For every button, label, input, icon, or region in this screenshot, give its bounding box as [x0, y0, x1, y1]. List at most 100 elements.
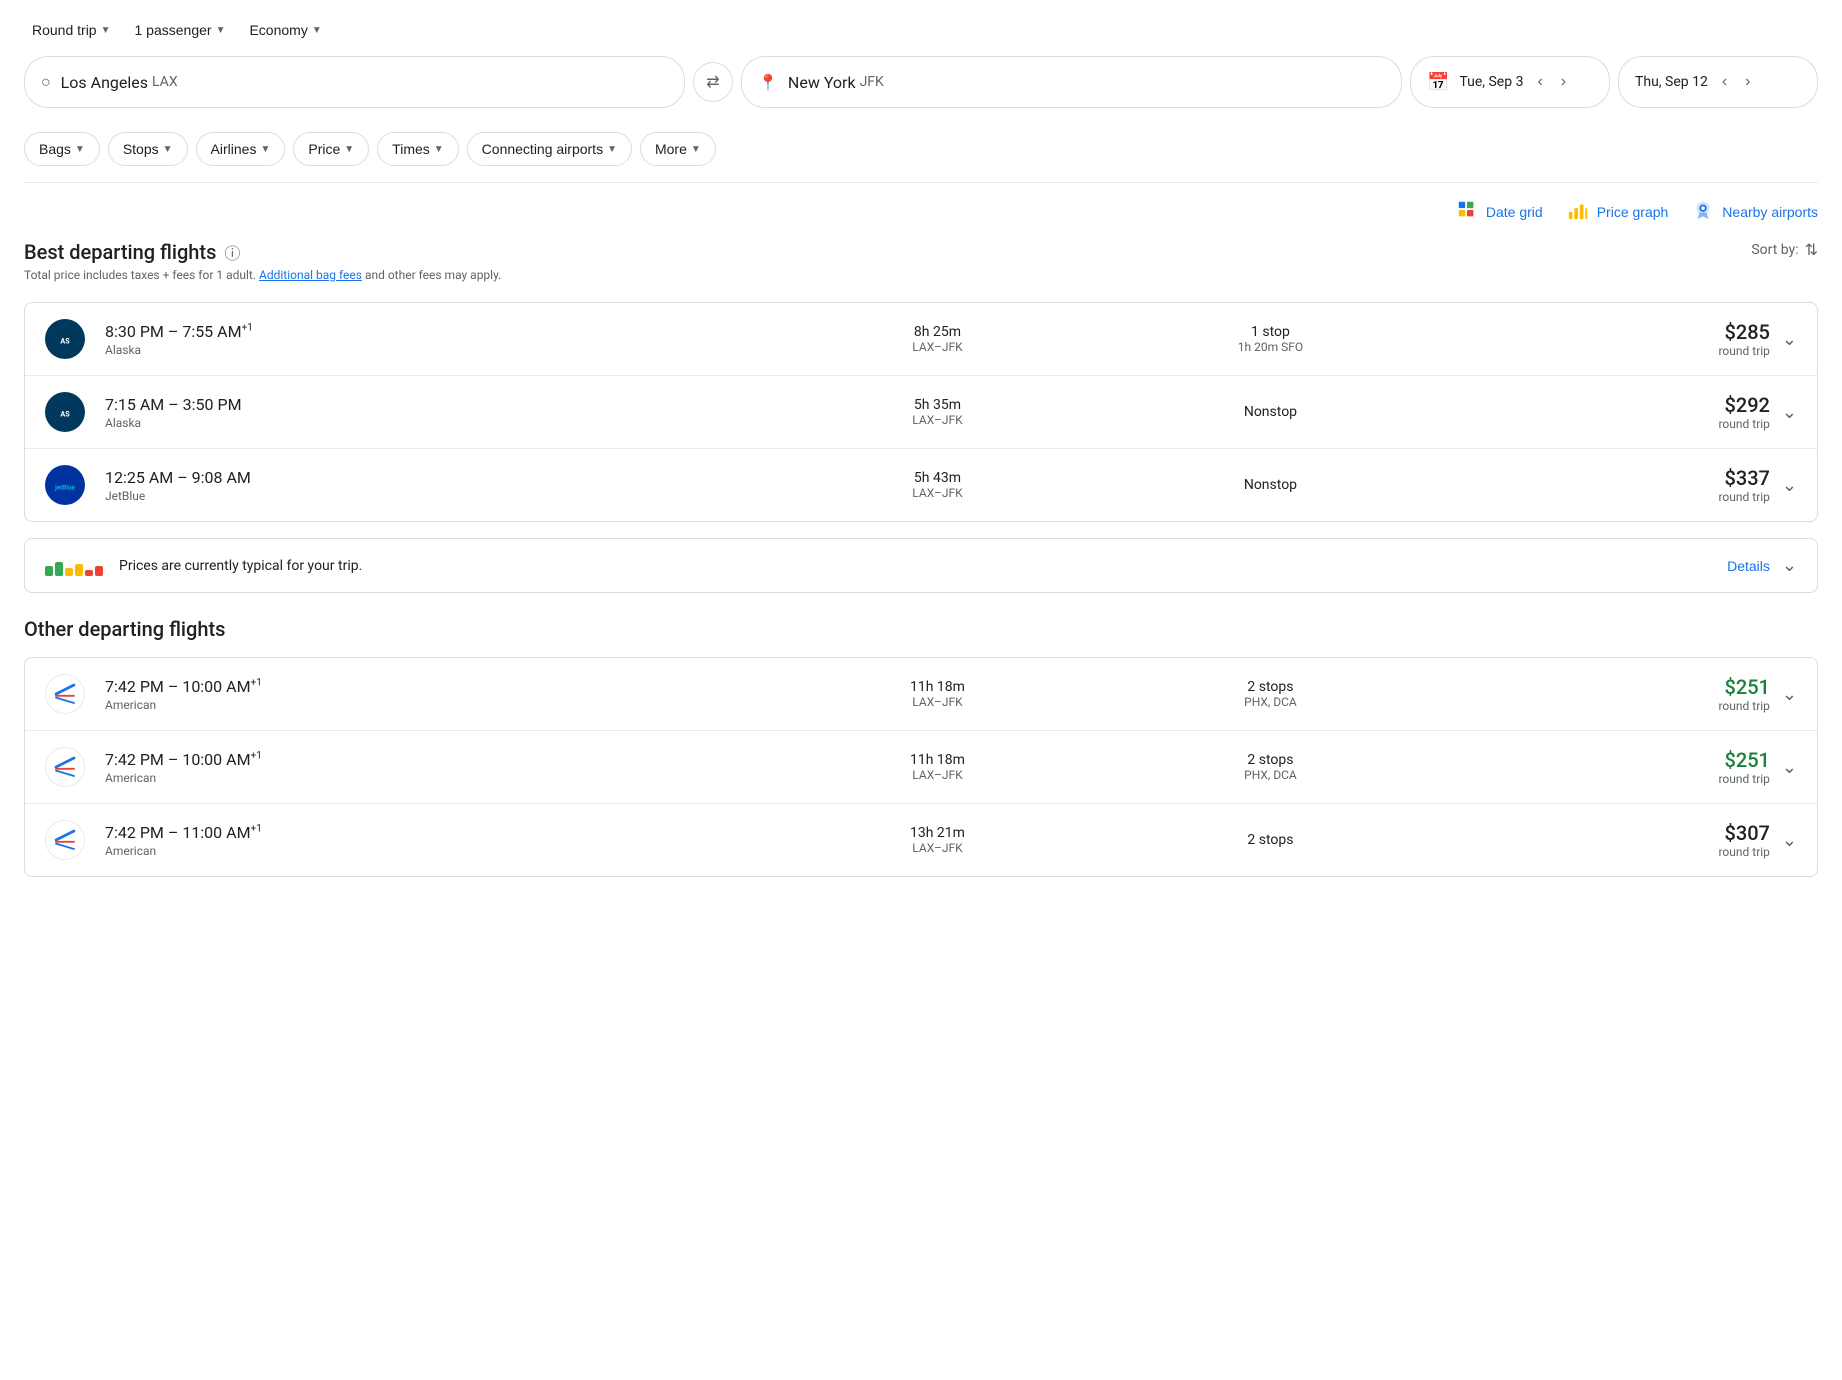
flight-row[interactable]: 7:42 PM – 11:00 AM+1 American 13h 21m LA…	[25, 804, 1817, 876]
best-flights-subtitle: Total price includes taxes + fees for 1 …	[24, 268, 501, 282]
flight-row[interactable]: jetBlue 12:25 AM – 9:08 AM JetBlue 5h 43…	[25, 449, 1817, 521]
svg-text:AS: AS	[60, 410, 70, 419]
flight-time-info: 12:25 AM – 9:08 AM JetBlue	[105, 468, 771, 503]
price-info-expand-button[interactable]: ⌄	[1782, 555, 1797, 576]
sort-label: Sort by:	[1751, 242, 1798, 258]
price-info-text: Prices are currently typical for your tr…	[119, 558, 1727, 574]
depart-date-field[interactable]: 📅 Tue, Sep 3 ‹ ›	[1410, 56, 1610, 108]
swap-icon: ⇄	[706, 72, 719, 92]
times-filter-button[interactable]: Times ▼	[377, 132, 459, 166]
more-filter-label: More	[655, 141, 687, 157]
price-graph-button[interactable]: Price graph	[1567, 199, 1669, 224]
depart-date-next-button[interactable]: ›	[1557, 69, 1570, 95]
flight-duration: 11h 18m LAX–JFK	[771, 679, 1104, 709]
expand-flight-button[interactable]: ⌄	[1782, 329, 1797, 350]
flight-price: $285 round trip	[1437, 320, 1770, 358]
origin-code: LAX	[152, 74, 178, 90]
price-indicator	[45, 556, 103, 576]
connecting-airports-filter-button[interactable]: Connecting airports ▼	[467, 132, 632, 166]
class-chevron-icon: ▼	[312, 25, 322, 36]
origin-field[interactable]: ○ Los Angeles LAX	[24, 56, 685, 108]
airline-name: American	[105, 844, 771, 858]
swap-airports-button[interactable]: ⇄	[693, 62, 733, 102]
flight-time-info: 7:15 AM – 3:50 PM Alaska	[105, 395, 771, 430]
price-details-button[interactable]: Details	[1727, 558, 1770, 574]
flight-row[interactable]: AS 8:30 PM – 7:55 AM+1 Alaska 8h 25m LAX…	[25, 303, 1817, 376]
nearby-airports-icon	[1692, 199, 1714, 224]
date-grid-button[interactable]: Date grid	[1456, 199, 1543, 224]
flight-duration: 13h 21m LAX–JFK	[771, 825, 1104, 855]
passengers-label: 1 passenger	[135, 22, 212, 38]
airline-name: Alaska	[105, 343, 771, 357]
return-date-text: Thu, Sep 12	[1635, 74, 1708, 90]
expand-flight-button[interactable]: ⌄	[1782, 757, 1797, 778]
flight-price: $251 round trip	[1437, 675, 1770, 713]
flight-stops: 1 stop 1h 20m SFO	[1104, 324, 1437, 354]
expand-flight-button[interactable]: ⌄	[1782, 684, 1797, 705]
price-info-card: Prices are currently typical for your tr…	[24, 538, 1818, 593]
expand-flight-button[interactable]: ⌄	[1782, 830, 1797, 851]
price-chevron-icon: ▼	[344, 144, 354, 155]
passengers-button[interactable]: 1 passenger ▼	[127, 16, 234, 44]
flight-price: $292 round trip	[1437, 393, 1770, 431]
sort-bar: Sort by: ⇅	[1751, 240, 1818, 259]
svg-text:jetBlue: jetBlue	[54, 484, 75, 492]
depart-date-text: Tue, Sep 3	[1459, 74, 1523, 90]
destination-code: JFK	[860, 74, 884, 90]
svg-text:AS: AS	[60, 337, 70, 346]
sort-icon[interactable]: ⇅	[1805, 240, 1818, 259]
flight-duration: 11h 18m LAX–JFK	[771, 752, 1104, 782]
flight-row[interactable]: 7:42 PM – 10:00 AM+1 American 11h 18m LA…	[25, 658, 1817, 731]
flight-time: 8:30 PM – 7:55 AM+1	[105, 322, 771, 341]
date-grid-icon	[1456, 199, 1478, 224]
price-filter-button[interactable]: Price ▼	[293, 132, 369, 166]
trip-type-button[interactable]: Round trip ▼	[24, 16, 119, 44]
destination-field[interactable]: 📍 New York JFK	[741, 56, 1402, 108]
more-chevron-icon: ▼	[691, 144, 701, 155]
times-chevron-icon: ▼	[434, 144, 444, 155]
flight-row[interactable]: AS 7:15 AM – 3:50 PM Alaska 5h 35m LAX–J…	[25, 376, 1817, 449]
best-flights-title: Best departing flights ⓘ	[24, 240, 501, 264]
flight-time: 7:42 PM – 10:00 AM+1	[105, 677, 771, 696]
flight-stops: 2 stops	[1104, 832, 1437, 848]
date-grid-label: Date grid	[1486, 204, 1543, 220]
airlines-filter-button[interactable]: Airlines ▼	[196, 132, 286, 166]
depart-date-prev-button[interactable]: ‹	[1533, 69, 1546, 95]
airline-name: JetBlue	[105, 489, 771, 503]
flight-time-info: 7:42 PM – 11:00 AM+1 American	[105, 823, 771, 858]
stops-chevron-icon: ▼	[163, 144, 173, 155]
american-logo	[45, 674, 85, 714]
origin-circle-icon: ○	[41, 72, 51, 92]
calendar-icon: 📅	[1427, 72, 1449, 93]
class-button[interactable]: Economy ▼	[241, 16, 329, 44]
flight-time: 7:42 PM – 10:00 AM+1	[105, 750, 771, 769]
return-date-prev-button[interactable]: ‹	[1718, 69, 1731, 95]
expand-flight-button[interactable]: ⌄	[1782, 475, 1797, 496]
connecting-airports-chevron-icon: ▼	[607, 144, 617, 155]
bags-filter-button[interactable]: Bags ▼	[24, 132, 100, 166]
best-flights-card: AS 8:30 PM – 7:55 AM+1 Alaska 8h 25m LAX…	[24, 302, 1818, 522]
filter-bar: Bags ▼ Stops ▼ Airlines ▼ Price ▼ Times …	[0, 124, 1842, 182]
airline-name: American	[105, 698, 771, 712]
bags-chevron-icon: ▼	[75, 144, 85, 155]
trip-type-label: Round trip	[32, 22, 97, 38]
flight-duration: 5h 35m LAX–JFK	[771, 397, 1104, 427]
additional-fees-link[interactable]: Additional bag fees	[259, 268, 362, 282]
jetblue-logo: jetBlue	[45, 465, 85, 505]
info-icon[interactable]: ⓘ	[224, 240, 240, 264]
flight-time: 7:15 AM – 3:50 PM	[105, 395, 771, 414]
destination-pin-icon: 📍	[758, 73, 778, 92]
flight-row[interactable]: 7:42 PM – 10:00 AM+1 American 11h 18m LA…	[25, 731, 1817, 804]
nearby-airports-label: Nearby airports	[1722, 204, 1818, 220]
stops-filter-button[interactable]: Stops ▼	[108, 132, 188, 166]
expand-flight-button[interactable]: ⌄	[1782, 402, 1797, 423]
flight-price: $307 round trip	[1437, 821, 1770, 859]
flight-stops: 2 stops PHX, DCA	[1104, 752, 1437, 782]
nearby-airports-button[interactable]: Nearby airports	[1692, 199, 1818, 224]
flight-stops: Nonstop	[1104, 404, 1437, 420]
return-date-next-button[interactable]: ›	[1741, 69, 1754, 95]
more-filter-button[interactable]: More ▼	[640, 132, 716, 166]
connecting-airports-filter-label: Connecting airports	[482, 141, 603, 157]
return-date-field[interactable]: Thu, Sep 12 ‹ ›	[1618, 56, 1818, 108]
destination-text: New York	[788, 73, 856, 92]
